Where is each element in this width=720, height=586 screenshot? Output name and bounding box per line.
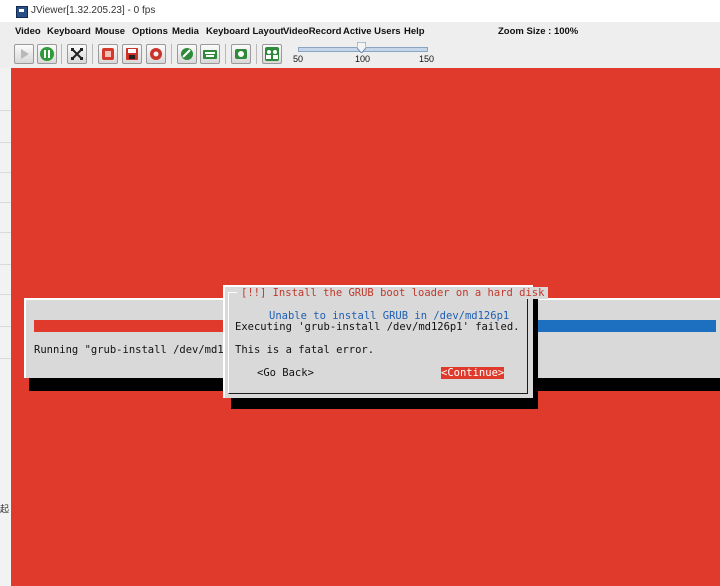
divider <box>0 326 11 327</box>
record-stop-icon <box>102 48 114 60</box>
keyboard-icon <box>203 50 217 59</box>
play-icon <box>21 49 29 59</box>
divider <box>0 358 11 359</box>
fullscreen-button[interactable] <box>67 44 87 64</box>
active-users-button[interactable] <box>262 44 282 64</box>
menu-mouse[interactable]: Mouse <box>95 26 125 37</box>
progress-bar-filled <box>34 320 234 332</box>
toolbar-separator <box>225 44 226 64</box>
toolbar-separator <box>171 44 172 64</box>
divider <box>0 264 11 265</box>
menu-video[interactable]: Video <box>15 26 41 37</box>
hard-drive-button[interactable] <box>146 44 166 64</box>
screenshot-icon <box>235 49 247 59</box>
menu-videorecord[interactable]: VideoRecord <box>283 26 341 37</box>
background-glyph: 起 <box>0 504 10 514</box>
dialog-title: [!!] Install the GRUB boot loader on a h… <box>237 287 549 299</box>
menu-options[interactable]: Options <box>132 26 168 37</box>
screenshot-button[interactable] <box>231 44 251 64</box>
divider <box>0 202 11 203</box>
zoom-slider-thumb[interactable] <box>357 42 366 53</box>
keyboard-button[interactable] <box>200 44 220 64</box>
progress-status-text: Running "grub-install /dev/md126p <box>34 344 243 356</box>
zoom-max-label: 150 <box>419 54 435 64</box>
zoom-size-label: Zoom Size : 100% <box>498 26 579 37</box>
play-button[interactable] <box>14 44 34 64</box>
dialog-message-line: This is a fatal error. <box>235 344 375 356</box>
divider <box>0 294 11 295</box>
menu-media[interactable]: Media <box>172 26 199 37</box>
divider <box>0 142 11 143</box>
record-stop-button[interactable] <box>98 44 118 64</box>
mouse-button[interactable] <box>177 44 197 64</box>
divider <box>0 232 11 233</box>
menu-active-users[interactable]: Active Users <box>343 26 401 37</box>
progress-bar-remaining <box>534 320 716 332</box>
menu-keyboard[interactable]: Keyboard <box>47 26 91 37</box>
save-icon <box>126 48 138 60</box>
toolbar-separator <box>61 44 62 64</box>
fullscreen-icon <box>71 48 83 60</box>
pause-icon <box>40 47 54 61</box>
toolbar-separator <box>256 44 257 64</box>
menu-help[interactable]: Help <box>404 26 425 37</box>
divider <box>0 110 11 111</box>
continue-button[interactable]: <Continue> <box>441 367 505 379</box>
mouse-icon <box>181 48 193 60</box>
divider <box>0 172 11 173</box>
title-bar: JViewer[1.32.205.23] - 0 fps <box>0 0 720 22</box>
hard-drive-icon <box>150 48 162 60</box>
window-title: JViewer[1.32.205.23] - 0 fps <box>31 5 156 16</box>
save-button[interactable] <box>122 44 142 64</box>
toolbar-separator <box>92 44 93 64</box>
zoom-min-label: 50 <box>293 54 304 64</box>
pause-button[interactable] <box>37 44 57 64</box>
background-window-strip: 起 <box>0 68 11 586</box>
zoom-mid-label: 100 <box>355 54 371 64</box>
jviewer-app-icon <box>16 6 28 18</box>
menu-bar: Video Keyboard Mouse Options Media Keybo… <box>0 22 720 40</box>
menu-keyboard-layout[interactable]: Keyboard Layout <box>206 26 284 37</box>
users-icon <box>265 47 279 61</box>
dialog-message-line: Executing 'grub-install /dev/md126p1' fa… <box>235 321 520 333</box>
go-back-button[interactable]: <Go Back> <box>257 367 314 379</box>
